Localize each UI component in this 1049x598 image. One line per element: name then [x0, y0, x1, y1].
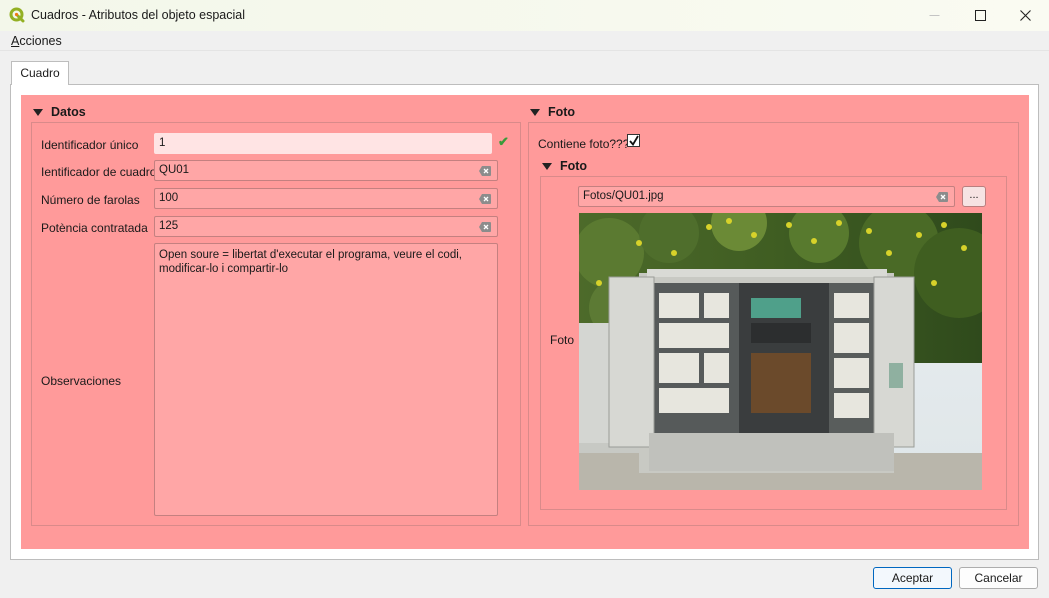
close-button[interactable]	[1002, 0, 1048, 31]
menu-acciones[interactable]: Acciones	[11, 34, 62, 48]
tab-cuadro-label: Cuadro	[20, 66, 60, 80]
menu-acciones-label: cciones	[19, 34, 62, 48]
label-identificador-unico-text: Identificador únic	[41, 138, 132, 152]
label-foto-image: Foto	[550, 333, 575, 347]
group-foto-inner-header[interactable]: Foto	[542, 159, 587, 173]
potencia-contratada-value: 125	[159, 220, 179, 232]
minimize-button[interactable]	[911, 0, 957, 31]
window-title: Cuadros - Atributos del objeto espacial	[31, 8, 246, 22]
minimize-icon	[929, 15, 939, 16]
group-datos-header[interactable]: Datos	[33, 105, 86, 119]
collapse-triangle-icon	[530, 108, 540, 116]
group-datos-title: Datos	[51, 105, 86, 119]
checkmark-icon	[629, 135, 639, 146]
clear-icon[interactable]	[936, 192, 948, 202]
title-bar: Cuadros - Atributos del objeto espacial	[0, 0, 1049, 31]
numero-farolas-value: 100	[159, 192, 179, 204]
cancelar-button[interactable]: Cancelar	[959, 567, 1038, 589]
label-potencia-contratada: Potència contratada	[41, 221, 148, 235]
clear-icon[interactable]	[479, 222, 491, 232]
clear-icon[interactable]	[479, 166, 491, 176]
aceptar-button[interactable]: Aceptar	[873, 567, 952, 589]
cabinet-photo	[579, 213, 982, 490]
label-observaciones: Observaciones	[41, 374, 122, 388]
maximize-button[interactable]	[957, 0, 1003, 31]
cabinet-photo-image	[579, 213, 982, 490]
browse-button[interactable]: ...	[962, 186, 986, 207]
collapse-triangle-icon	[33, 108, 43, 116]
photo-path-value: Fotos/QU01.jpg	[583, 190, 664, 202]
label-identificador-unico-suffix: o	[131, 138, 139, 152]
tab-cuadro[interactable]: Cuadro	[11, 61, 69, 85]
observaciones-textarea[interactable]: Open soure = libertat d'executar el prog…	[154, 243, 498, 516]
ientificador-cuadro-field[interactable]: QU01	[154, 160, 498, 181]
label-ientificador-cuadro: Ientificador de cuadro	[41, 165, 157, 179]
label-contiene-foto: Contiene foto???	[538, 137, 630, 151]
group-foto-inner-title: Foto	[560, 159, 588, 173]
contiene-foto-checkbox[interactable]	[627, 134, 640, 147]
potencia-contratada-field[interactable]: 125	[154, 216, 498, 237]
group-foto-header[interactable]: Foto	[530, 105, 575, 119]
close-icon	[1019, 10, 1031, 21]
maximize-icon	[974, 10, 986, 21]
ientificador-cuadro-value: QU01	[159, 164, 190, 176]
label-identificador-unico: Identificador único	[41, 138, 138, 152]
label-numero-farolas: Número de farolas	[41, 193, 140, 207]
valid-check-icon: ✔	[498, 134, 509, 149]
numero-farolas-field[interactable]: 100	[154, 188, 498, 209]
identificador-unico-value: 1	[159, 137, 166, 149]
group-foto-title: Foto	[548, 105, 576, 119]
clear-icon[interactable]	[479, 194, 491, 204]
identificador-unico-field[interactable]: 1	[154, 133, 492, 154]
photo-path-field[interactable]: Fotos/QU01.jpg	[578, 186, 955, 207]
qgis-logo-icon	[9, 7, 25, 23]
menu-bar: Acciones	[0, 31, 1049, 51]
collapse-triangle-icon	[542, 162, 552, 170]
